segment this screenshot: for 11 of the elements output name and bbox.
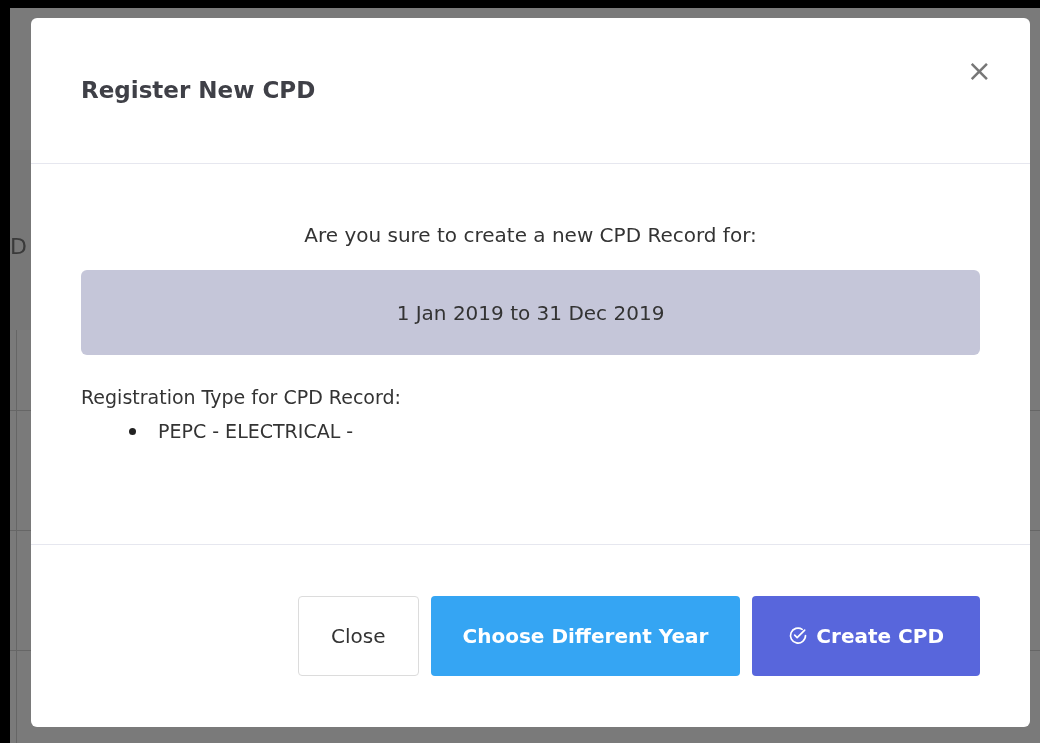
close-button[interactable]: Close [298,596,419,676]
choose-year-button[interactable]: Choose Different Year [430,596,741,676]
create-button[interactable]: Create CPD [752,596,980,676]
page-heading: D [10,233,27,261]
period-banner: 1 Jan 2019 to 31 Dec 2019 [81,270,980,355]
dialog-title: Register New CPD [81,76,316,104]
bullet-icon [129,427,136,435]
check-circle-icon [788,626,809,646]
registration-type: PEPC - ELECTRICAL - [158,419,354,444]
confirmation-text: Are you sure to create a new CPD Record for: [303,222,758,249]
registration-label: Registration Type for CPD Record: [81,385,402,409]
